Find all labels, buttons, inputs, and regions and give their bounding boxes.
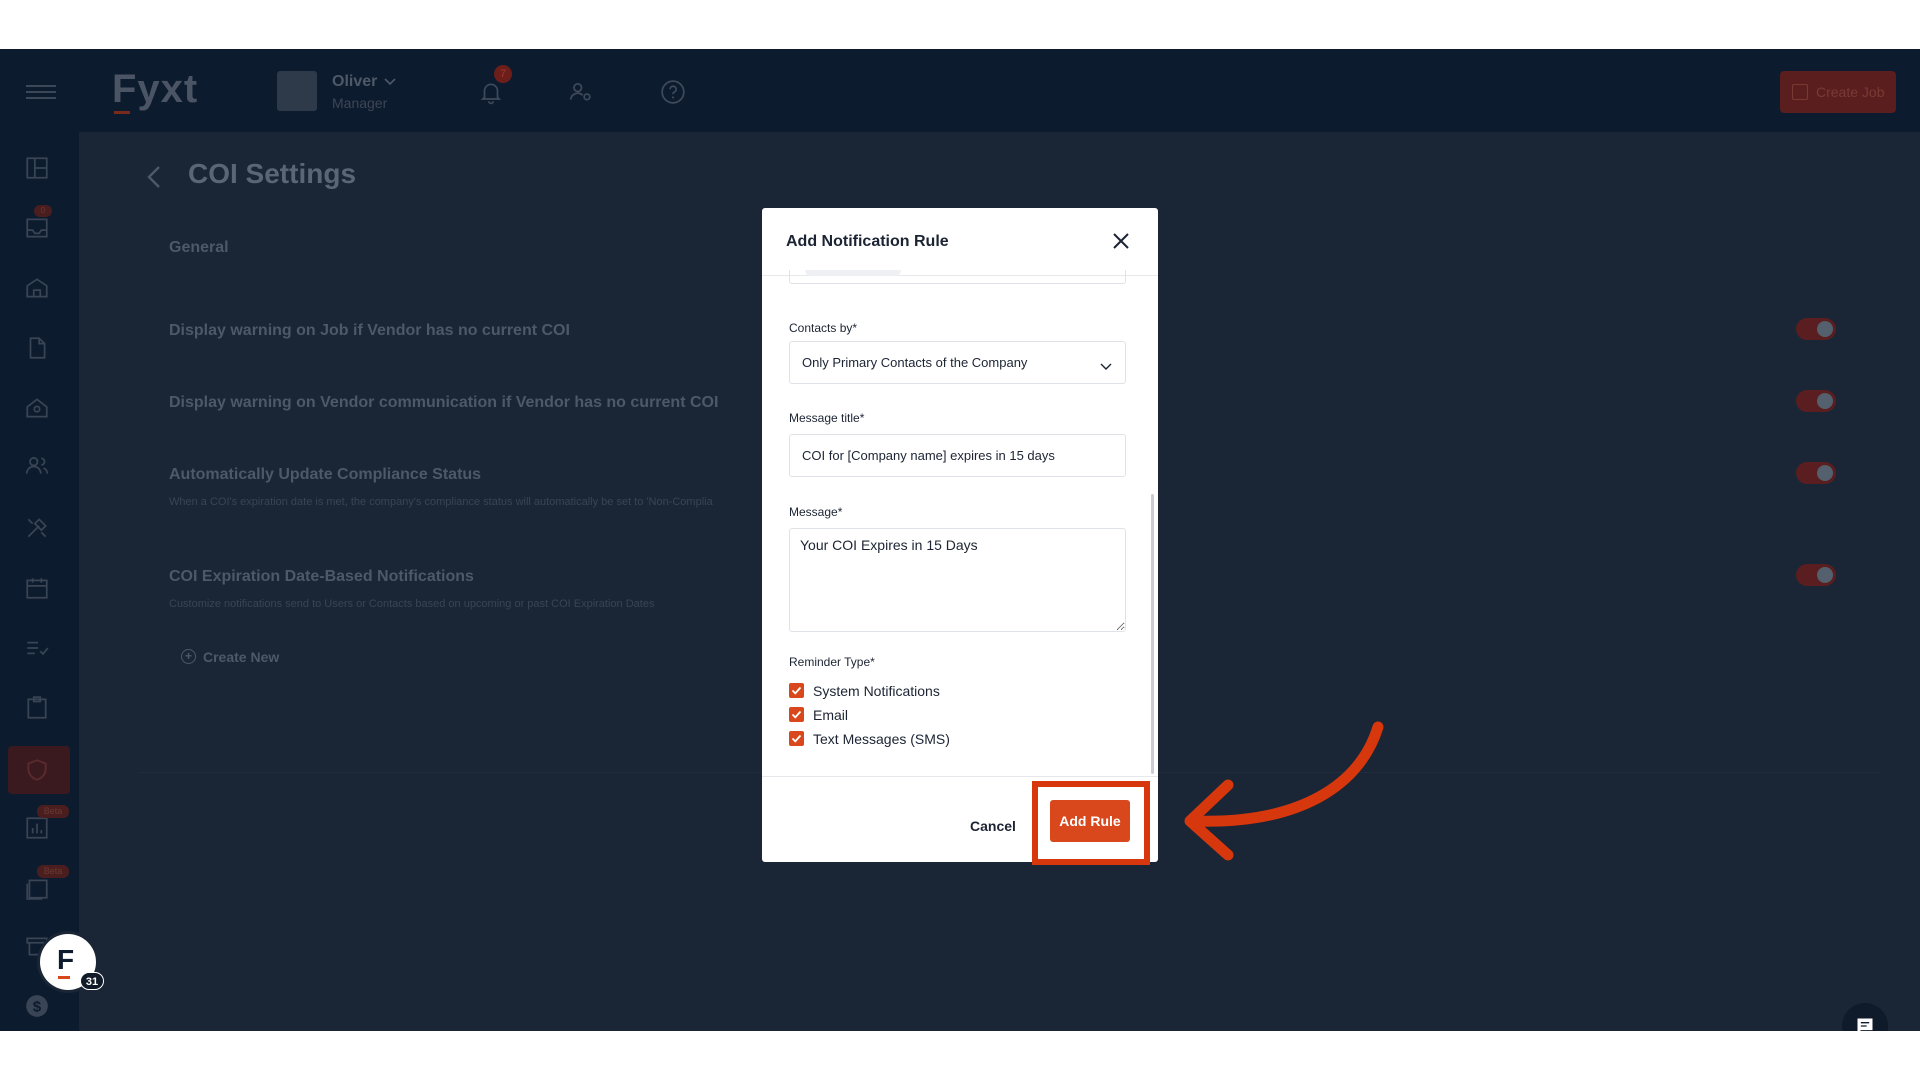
close-icon[interactable] [1110, 230, 1132, 252]
notification-badge: 7 [494, 65, 512, 83]
annotation-highlight-box [1032, 781, 1150, 865]
bell-icon[interactable] [478, 79, 504, 105]
setting-description: Customize notifications send to Users or… [169, 598, 655, 610]
create-new-button[interactable]: + Create New [181, 649, 279, 665]
shield-icon[interactable] [24, 757, 50, 783]
account-avatar[interactable] [277, 71, 317, 111]
page-title: COI Settings [188, 158, 357, 189]
checkbox-checked[interactable] [789, 707, 804, 722]
message-label: Message* [789, 505, 843, 519]
setting-description: When a COI's expiration date is met, the… [169, 496, 713, 508]
menu-icon[interactable] [26, 85, 56, 99]
dashboard-icon[interactable] [24, 155, 50, 181]
billing-icon[interactable]: $ [24, 993, 50, 1019]
dialog-header: Add Notification Rule [762, 208, 1158, 276]
calendar-icon[interactable] [24, 575, 50, 601]
checkbox-label: System Notifications [813, 683, 940, 699]
scrolled-chip [805, 270, 901, 276]
documents-icon[interactable] [24, 335, 50, 361]
dialog-scrollbar[interactable] [1151, 494, 1154, 774]
contacts-by-select[interactable]: Only Primary Contacts of the Company [789, 341, 1126, 384]
top-bar: Fyxt Oliver Manager 7 Create Job [0, 49, 1920, 132]
widget-count-badge: 31 [80, 972, 104, 990]
checklist-icon[interactable] [24, 635, 50, 661]
check-icon [791, 686, 802, 695]
setting-title: Display warning on Vendor communication … [169, 394, 719, 411]
message-title-label: Message title* [789, 411, 865, 425]
beta-badge: Beta [37, 865, 69, 878]
cancel-button[interactable]: Cancel [970, 818, 1016, 834]
checkbox-checked[interactable] [789, 731, 804, 746]
reminder-type-label: Reminder Type* [789, 655, 875, 669]
dialog-title: Add Notification Rule [786, 233, 949, 250]
message-title-input[interactable] [789, 434, 1126, 477]
toggle-expiration-notifications[interactable] [1796, 564, 1836, 586]
section-general: General [169, 239, 229, 256]
beta-badge: Beta [37, 805, 69, 818]
checkbox-label: Text Messages (SMS) [813, 731, 950, 747]
clipboard-icon[interactable] [24, 695, 50, 721]
checkbox-label: Email [813, 707, 849, 723]
annotation-arrow-icon [1184, 721, 1384, 861]
sidebar: 0 Beta Beta $ [0, 132, 79, 1031]
logo-accent [114, 111, 130, 114]
tenants-icon[interactable] [24, 395, 50, 421]
message-textarea[interactable]: Your COI Expires in 15 Days [789, 528, 1126, 632]
svg-text:$: $ [33, 998, 42, 1015]
setting-title: COI Expiration Date-Based Notifications [169, 568, 474, 585]
plus-icon [1792, 84, 1808, 100]
back-arrow-icon[interactable] [144, 164, 164, 190]
setting-title: Display warning on Job if Vendor has no … [169, 322, 570, 339]
user-role: Manager [332, 95, 388, 111]
contacts-by-label: Contacts by* [789, 321, 858, 335]
chat-icon [1857, 1018, 1873, 1031]
add-notification-rule-dialog: Add Notification Rule Contacts by* Only … [762, 208, 1158, 862]
contacts-icon[interactable] [24, 453, 50, 479]
app-logo: Fyxt [112, 67, 199, 111]
chevron-down-icon [1100, 358, 1112, 376]
toggle-job-warning[interactable] [1796, 318, 1836, 340]
properties-icon[interactable] [24, 275, 50, 301]
contacts-by-value: Only Primary Contacts of the Company [802, 355, 1028, 370]
chevron-down-icon[interactable] [384, 75, 396, 89]
check-icon [791, 734, 802, 743]
tools-icon[interactable] [24, 515, 50, 541]
checkbox-checked[interactable] [789, 683, 804, 698]
inbox-badge: 0 [34, 205, 52, 217]
reports-icon[interactable] [24, 815, 50, 841]
widget-logo-accent [58, 976, 70, 979]
inbox-icon[interactable] [24, 215, 50, 241]
toggle-vendor-warning[interactable] [1796, 390, 1836, 412]
setting-title: Automatically Update Compliance Status [169, 466, 482, 483]
plus-circle-icon: + [181, 649, 196, 664]
help-icon[interactable] [660, 79, 686, 105]
widget-logo: F [57, 944, 75, 975]
create-job-button[interactable]: Create Job [1780, 71, 1896, 113]
user-name[interactable]: Oliver [332, 73, 377, 91]
toggle-compliance-update[interactable] [1796, 462, 1836, 484]
check-icon [791, 710, 802, 719]
analytics-icon[interactable] [24, 875, 50, 901]
user-settings-icon[interactable] [568, 79, 594, 105]
